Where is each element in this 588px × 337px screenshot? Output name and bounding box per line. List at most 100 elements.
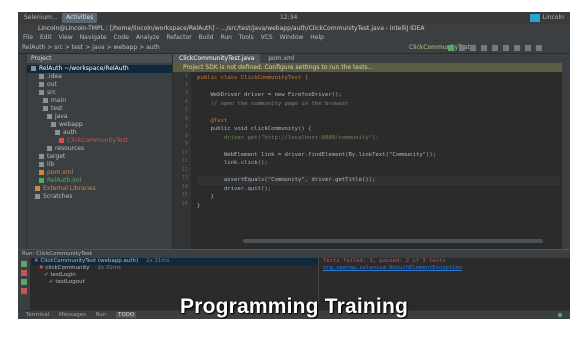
project-tree-label: webapp [59,121,83,128]
tab-pom-file[interactable]: pom.xml [262,54,300,63]
tray-icon[interactable] [530,14,540,22]
project-tree-item[interactable]: src [27,89,172,97]
menu-analyze[interactable]: Analyze [136,34,160,41]
stop-run-icon[interactable] [21,270,27,276]
workspace-indicator[interactable]: Activities [62,13,98,23]
project-tree-item[interactable]: RelAuth.iml [27,177,172,185]
coverage-icon[interactable] [470,45,476,51]
folder-icon [39,162,44,167]
code-line[interactable]: } [197,202,560,211]
folder-icon [39,170,44,175]
test-result-row[interactable]: ✔ testLogin [32,272,322,279]
project-tree-label: auth [63,129,77,136]
video-caption: Programming Training [179,295,409,318]
code-line[interactable] [197,168,560,177]
code-line[interactable]: } [197,193,560,202]
window-title: Lincoln@Lincoln-TMPL : [/home/lincoln/wo… [38,25,425,32]
horizontal-scrollbar[interactable] [243,239,543,243]
menu-refactor[interactable]: Refactor [166,34,191,41]
project-tree-item[interactable]: target [27,153,172,161]
menu-file[interactable]: File [23,34,33,41]
filter-passed-icon[interactable] [21,279,27,285]
menu-window[interactable]: Window [280,34,304,41]
folder-icon [43,106,48,111]
code-line[interactable] [197,108,560,117]
system-app-label[interactable]: Selenium... [24,12,58,24]
code-editor: ClickCommunityTest.java pom.xml Project … [173,54,570,249]
filter-failed-icon[interactable] [21,288,27,294]
code-line[interactable]: // open the community page in the browse… [197,100,560,109]
ide-window: Selenium... Activities 12:34 Lincoln Lin… [18,12,570,319]
menu-edit[interactable]: Edit [40,34,52,41]
vcs-update-icon[interactable] [492,45,498,51]
editor-notice-banner[interactable]: Project SDK is not defined. Configure se… [173,63,570,72]
project-tree-item[interactable]: out [27,81,172,89]
search-icon[interactable] [536,45,542,51]
project-tree-label: pom.xml [47,169,74,176]
code-line[interactable]: WebElement link = driver.findElement(By.… [197,151,560,160]
rerun-icon[interactable] [21,261,27,267]
project-tree-item[interactable]: .idea [27,73,172,81]
breadcrumb[interactable]: RelAuth > src > test > java > webapp > a… [22,42,160,53]
vcs-commit-icon[interactable] [503,45,509,51]
menu-run[interactable]: Run [220,34,232,41]
debug-icon[interactable] [459,45,465,51]
menu-view[interactable]: View [59,34,73,41]
project-tree-item[interactable]: resources [27,145,172,153]
project-tree-item[interactable]: java [27,113,172,121]
project-panel-header[interactable]: Project [27,54,172,63]
project-structure-icon[interactable] [525,45,531,51]
menu-code[interactable]: Code [114,34,129,41]
project-tree-item[interactable]: main [27,97,172,105]
code-line[interactable]: @Test [197,117,560,126]
line-number: 13 [181,175,188,181]
code-line[interactable] [197,142,560,151]
project-tree-label: lib [47,161,55,168]
menu-build[interactable]: Build [199,34,214,41]
project-tree-item[interactable]: External Libraries [27,185,172,193]
menu-tools[interactable]: Tools [239,34,254,41]
project-tree-item[interactable]: pom.xml [27,169,172,177]
folder-icon [39,82,44,87]
project-tree-item[interactable]: Scratches [27,193,172,201]
code-line[interactable]: assertEquals("Community", driver.getTitl… [197,176,560,185]
test-name: ClickCommunityTest (webapp.auth) [40,258,139,264]
stop-icon[interactable] [481,45,487,51]
system-clock[interactable]: 12:34 [280,12,297,24]
code-line[interactable]: link.click(); [197,159,560,168]
project-tree-item[interactable]: lib [27,161,172,169]
code-area[interactable]: public class ClickCommunityTest { WebDri… [197,74,560,210]
run-panel-header[interactable]: Run: ClickCommunityTest [18,250,570,258]
test-name: testLogin [50,272,76,278]
test-result-row[interactable]: ✖ clickCommunity 2s 31ms [32,265,322,272]
project-tree-label: External Libraries [43,185,96,192]
menu-vcs[interactable]: VCS [261,34,273,41]
line-number: 11 [181,158,188,164]
code-line[interactable] [197,83,560,92]
project-tree-item[interactable]: webapp [27,121,172,129]
tool-window-strip[interactable] [18,54,27,249]
code-line[interactable]: WebDriver driver = new FirefoxDriver(); [197,91,560,100]
run-icon[interactable] [448,45,454,51]
system-user[interactable]: Lincoln [543,12,564,24]
right-tool-strip[interactable] [562,54,570,249]
test-result-row[interactable]: ✔ testLogout [32,279,322,286]
project-tree-item[interactable]: test [27,105,172,113]
code-line[interactable]: public void clickCommunity() { [197,125,560,134]
folder-icon [35,194,40,199]
project-tree-item[interactable]: ClickCommunityTest [27,137,172,145]
console-link[interactable]: org.openqa.selenium.NoSuchElementExcepti… [323,265,560,272]
project-tree-label: test [51,105,63,112]
menu-navigate[interactable]: Navigate [80,34,107,41]
project-tree-label: java [55,113,68,120]
menu-help[interactable]: Help [310,34,324,41]
project-tree-item[interactable]: RelAuth ~/workspace/RelAuth [27,65,172,73]
settings-icon[interactable] [514,45,520,51]
code-line[interactable]: driver.quit(); [197,185,560,194]
folder-icon [39,74,44,79]
tab-active-file[interactable]: ClickCommunityTest.java [173,54,261,63]
code-line[interactable]: public class ClickCommunityTest { [197,74,560,83]
test-result-row[interactable]: ✖ ClickCommunityTest (webapp.auth) 2s 31m… [32,258,322,265]
project-tree-item[interactable]: auth [27,129,172,137]
code-line[interactable]: driver.get("http://localhost:8080/commun… [197,134,560,143]
